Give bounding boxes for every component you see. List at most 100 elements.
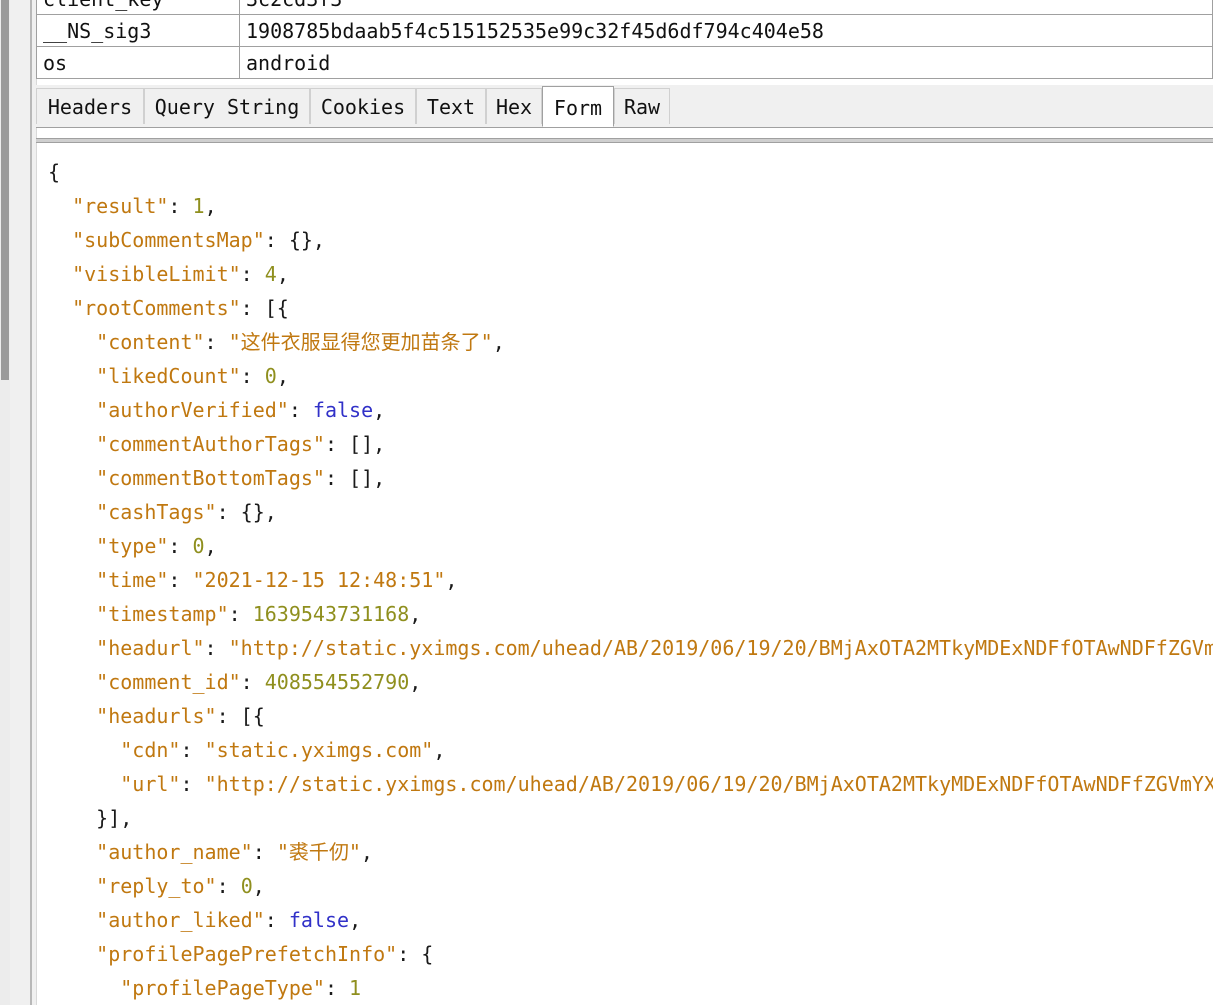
left-scrollbar[interactable]: [0, 0, 10, 1005]
json-string: "2021-12-15 12:48:51": [192, 568, 446, 592]
json-punctuation: :: [168, 534, 193, 558]
json-punctuation: : [{: [216, 704, 265, 728]
json-punctuation: ,: [360, 840, 373, 864]
table-row[interactable]: __NS_sig3 1908785bdaab5f4c515152535e99c3…: [36, 14, 1213, 47]
json-punctuation: :: [168, 194, 193, 218]
json-line: "headurls": [{: [48, 699, 1213, 733]
json-punctuation: ,: [433, 738, 446, 762]
json-key: "timestamp": [96, 602, 229, 626]
param-value: 1908785bdaab5f4c515152535e99c32f45d6df79…: [239, 14, 1213, 47]
json-key: "cdn": [120, 738, 181, 762]
table-row[interactable]: client_key 3c2cd3f3: [36, 0, 1213, 15]
tab-hex[interactable]: Hex: [486, 88, 542, 124]
json-punctuation: : {},: [216, 500, 277, 524]
json-line: "visibleLimit": 4,: [48, 257, 1213, 291]
json-punctuation: ,: [492, 330, 505, 354]
json-punctuation: {: [48, 160, 61, 184]
form-params-table: client_key 3c2cd3f3 __NS_sig3 1908785bda…: [36, 0, 1213, 79]
json-key: "visibleLimit": [72, 262, 241, 286]
json-punctuation: :: [180, 738, 205, 762]
json-line: "content": "这件衣服显得您更加苗条了",: [48, 325, 1213, 359]
json-line: "subCommentsMap": {},: [48, 223, 1213, 257]
json-punctuation: ,: [445, 568, 458, 592]
json-string: "static.yximgs.com": [204, 738, 434, 762]
json-key: "comment_id": [96, 670, 241, 694]
json-key: "author_liked": [96, 908, 265, 932]
json-number: 1639543731168: [252, 602, 410, 626]
json-punctuation: :: [324, 976, 350, 1000]
json-key: "authorVerified": [96, 398, 289, 422]
json-key: "likedCount": [96, 364, 241, 388]
json-punctuation: : [{: [240, 296, 289, 320]
json-punctuation: ,: [204, 534, 217, 558]
tab-raw[interactable]: Raw: [614, 88, 670, 124]
json-line: "commentBottomTags": [],: [48, 461, 1213, 495]
json-number: 0: [192, 534, 205, 558]
json-line: "url": "http://static.yximgs.com/uhead/A…: [48, 767, 1213, 801]
param-value: android: [239, 46, 1213, 79]
json-line: "cashTags": {},: [48, 495, 1213, 529]
table-row[interactable]: os android: [36, 46, 1213, 79]
json-string: "裘千仞": [276, 840, 361, 864]
json-line: "timestamp": 1639543731168,: [48, 597, 1213, 631]
pane-splitter[interactable]: [30, 0, 32, 1005]
json-number: 0: [264, 364, 277, 388]
json-line: "profilePagePrefetchInfo": {: [48, 937, 1213, 971]
json-punctuation: : [],: [324, 466, 386, 490]
json-punctuation: :: [204, 636, 229, 660]
tab-headers[interactable]: Headers: [36, 88, 144, 124]
tab-cookies[interactable]: Cookies: [310, 88, 416, 124]
json-line: "likedCount": 0,: [48, 359, 1213, 393]
json-string: "这件衣服显得您更加苗条了": [228, 330, 493, 354]
json-line: }],: [48, 801, 1213, 835]
json-viewer[interactable]: { "result": 1, "subCommentsMap": {}, "vi…: [48, 155, 1213, 1005]
json-key: "profilePagePrefetchInfo": [96, 942, 398, 966]
json-punctuation: :: [288, 398, 313, 422]
param-key: os: [36, 46, 240, 79]
json-number: 1: [192, 194, 205, 218]
json-key: "profilePageType": [120, 976, 325, 1000]
tab-text[interactable]: Text: [416, 88, 486, 124]
json-string: "http://static.yximgs.com/uhead/AB/2019/…: [228, 636, 1213, 660]
json-punctuation: :: [228, 602, 253, 626]
json-number: 408554552790: [264, 670, 410, 694]
response-tab-bar: Headers Query String Cookies Text Hex Fo…: [36, 85, 1213, 128]
json-number: 1: [349, 976, 362, 1000]
json-line: {: [48, 155, 1213, 189]
json-string: "http://static.yximgs.com/uhead/AB/2019/…: [204, 772, 1213, 796]
json-punctuation: ,: [204, 194, 217, 218]
json-line: "comment_id": 408554552790,: [48, 665, 1213, 699]
json-punctuation: :: [264, 908, 289, 932]
tab-form[interactable]: Form: [542, 86, 614, 127]
json-punctuation: ,: [409, 670, 422, 694]
json-punctuation: :: [204, 330, 229, 354]
json-key: "cashTags": [96, 500, 217, 524]
json-punctuation: ,: [409, 602, 422, 626]
tab-query-string[interactable]: Query String: [144, 88, 310, 124]
json-line: "type": 0,: [48, 529, 1213, 563]
json-punctuation: : {},: [264, 228, 325, 252]
left-scrollbar-thumb[interactable]: [1, 0, 9, 380]
json-punctuation: ,: [276, 262, 289, 286]
json-key: "commentAuthorTags": [96, 432, 325, 456]
json-key: "headurls": [96, 704, 217, 728]
json-punctuation: :: [168, 568, 193, 592]
param-key: __NS_sig3: [36, 14, 240, 47]
pane-divider[interactable]: [36, 138, 1213, 143]
